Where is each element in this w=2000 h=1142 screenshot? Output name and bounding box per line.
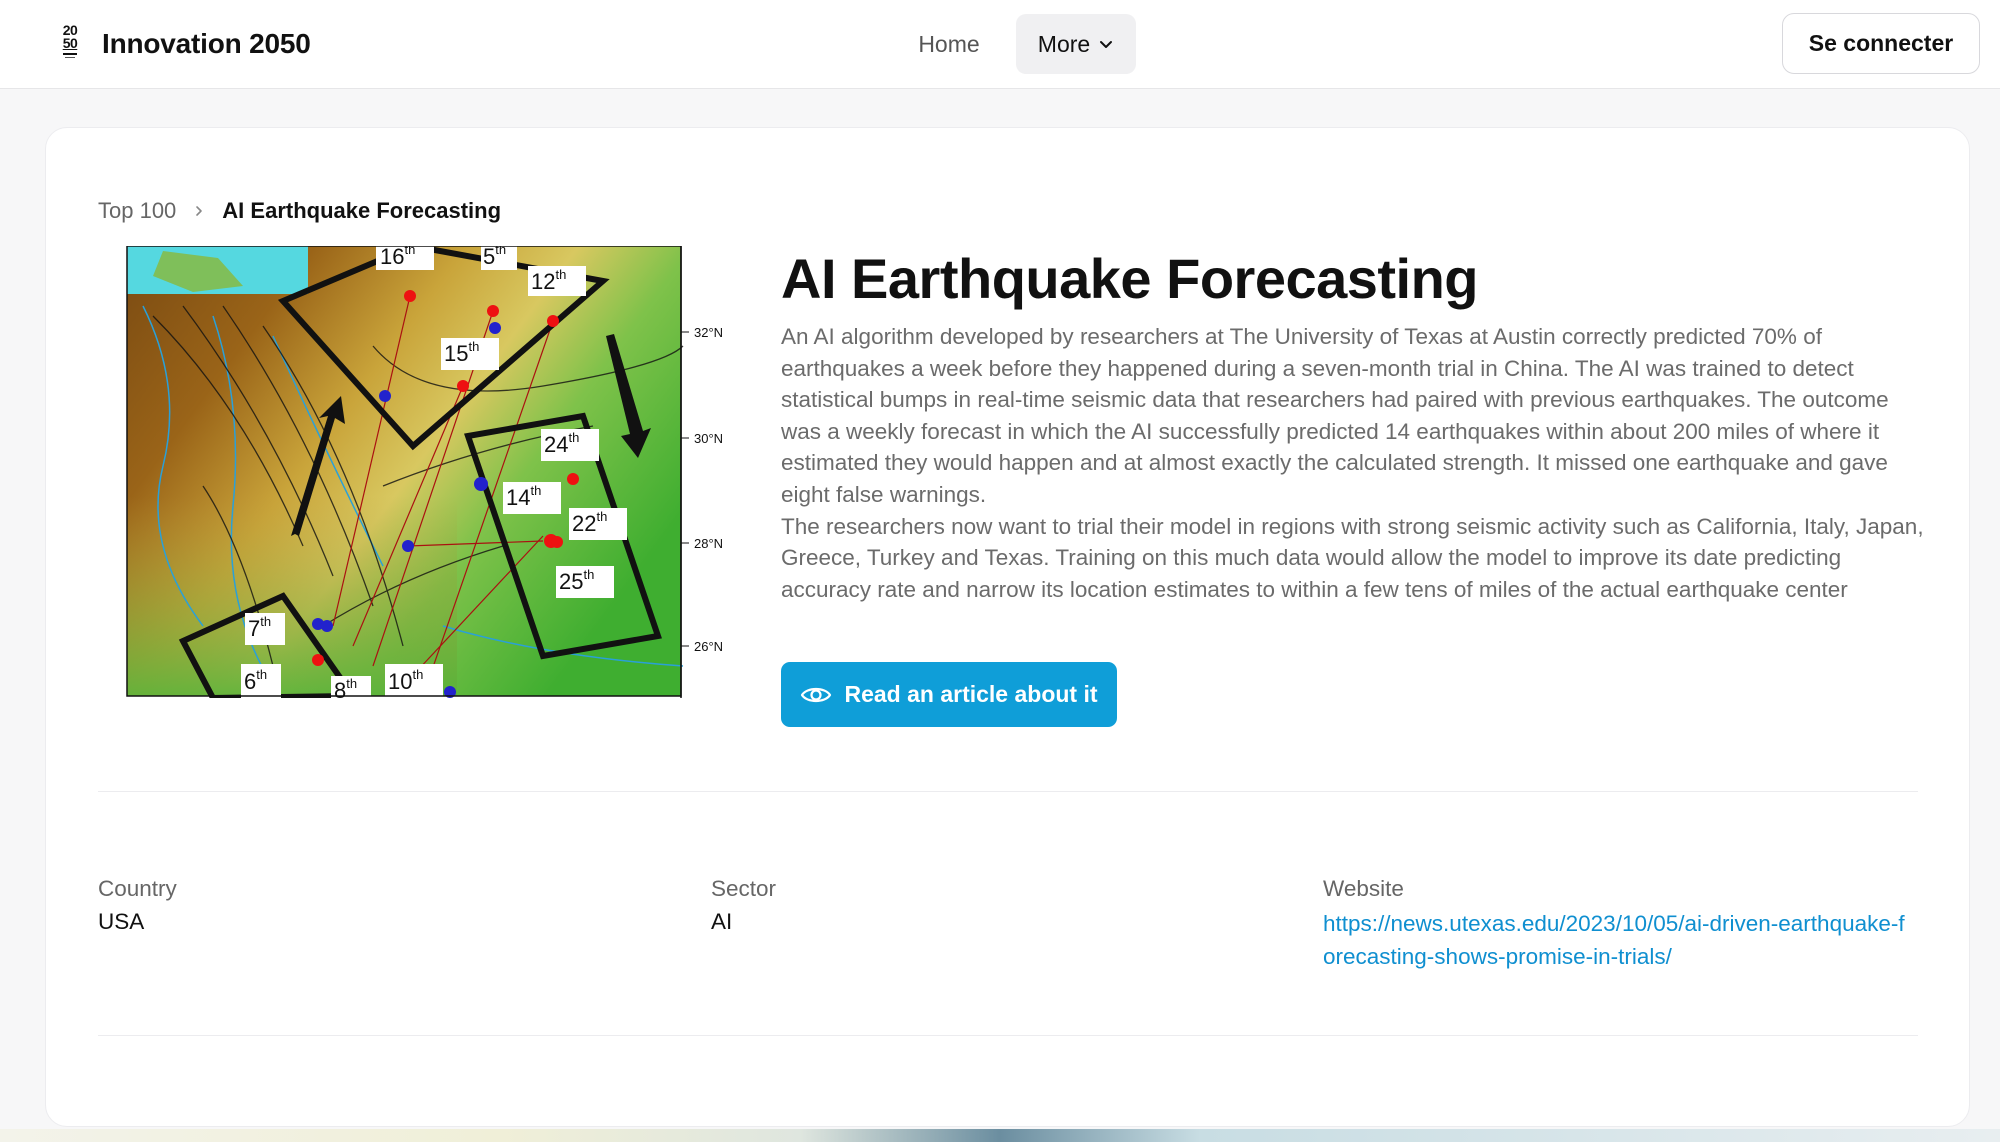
description: An AI algorithm developed by researchers…	[781, 321, 1931, 605]
read-article-label: Read an article about it	[844, 681, 1098, 707]
logo-bottom-text: 50	[62, 35, 78, 51]
brand-name[interactable]: Innovation 2050	[102, 26, 311, 62]
earthquake-map-image: 16th 5th 12th 15th 24th 14th 22th 25th 7…	[123, 246, 723, 698]
read-article-button[interactable]: Read an article about it	[781, 662, 1117, 727]
top-header: 20 50 Innovation 2050 Home More Se conne…	[0, 0, 2000, 89]
lat-label-32: 32°N	[694, 325, 723, 340]
nav-more-label: More	[1037, 30, 1091, 57]
page-title: AI Earthquake Forecasting	[781, 247, 1479, 310]
country-field: Country USA	[98, 873, 177, 938]
sector-label: Sector	[711, 876, 777, 901]
breadcrumb: Top 100 AI Earthquake Forecasting	[98, 196, 501, 226]
signin-button[interactable]: Se connecter	[1782, 13, 1980, 74]
nav-home-link[interactable]: Home	[905, 14, 993, 74]
chevron-right-icon	[196, 206, 203, 216]
description-paragraph-1: An AI algorithm developed by researchers…	[781, 324, 1889, 507]
country-value: USA	[98, 909, 145, 934]
website-label: Website	[1323, 876, 1404, 901]
map-figure: 16th 5th 12th 15th 24th 14th 22th 25th 7…	[123, 246, 723, 698]
divider	[98, 791, 1918, 792]
footer-image-strip	[0, 1129, 2000, 1142]
lat-label-28: 28°N	[694, 536, 723, 551]
breadcrumb-parent-link[interactable]: Top 100	[98, 198, 176, 224]
sector-field: Sector AI	[711, 873, 776, 938]
divider	[98, 1035, 1918, 1036]
chevron-down-icon	[1100, 41, 1113, 48]
logo[interactable]: 20 50	[60, 23, 80, 62]
innovation-card: Top 100 AI Earthquake Forecasting 16th 5…	[45, 127, 1970, 1127]
website-field: Website https://news.utexas.edu/2023/10/…	[1323, 873, 1913, 973]
lat-label-26: 26°N	[694, 639, 723, 654]
description-paragraph-2: The researchers now want to trial their …	[781, 513, 1924, 602]
sector-value: AI	[711, 909, 733, 934]
breadcrumb-current: AI Earthquake Forecasting	[222, 198, 502, 223]
lat-label-30: 30°N	[694, 431, 723, 446]
eye-icon	[801, 687, 832, 702]
website-link[interactable]: https://news.utexas.edu/2023/10/05/ai-dr…	[1323, 907, 1913, 973]
country-label: Country	[98, 876, 177, 901]
nav-more-dropdown[interactable]: More	[1016, 14, 1136, 74]
